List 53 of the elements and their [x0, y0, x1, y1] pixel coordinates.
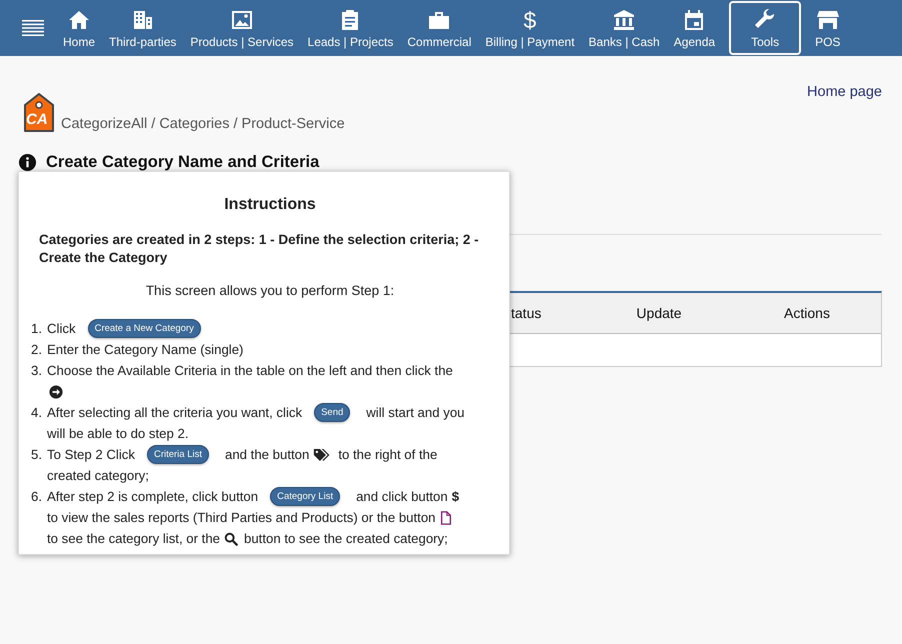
step-button[interactable]: Send: [314, 403, 350, 422]
nav-item[interactable]: Home: [56, 1, 102, 55]
step-text: to the right of the: [338, 446, 438, 464]
nav-item[interactable]: POS: [808, 1, 848, 55]
logo-icon: [23, 93, 55, 133]
subtitle-text: This screen allows you to perform Step 1:: [144, 283, 396, 298]
nav-item[interactable]: Third-parties: [102, 1, 184, 55]
step-text: and click button: [356, 488, 448, 506]
nav-item[interactable]: Tools: [729, 1, 802, 55]
popup-title: Instructions: [223, 196, 317, 214]
step-number: 5.: [31, 446, 43, 464]
step-text: Choose the Available Criteria in the table on the left and then click the: [47, 362, 453, 380]
step-text: Click: [47, 320, 76, 338]
intro-text: Categories are created in 2 steps: 1 - Define the selection criteria; 2 - Create the Category: [39, 231, 480, 267]
column-header: Update: [635, 305, 683, 321]
step-button[interactable]: Create a New Category: [88, 319, 201, 338]
step-button[interactable]: Criteria List: [146, 445, 209, 464]
step-text: button to see the created category;: [244, 530, 448, 548]
dollar-icon: $: [452, 486, 460, 507]
breadcrumb: CategorizeAll / Categories / Product-Service: [61, 116, 345, 132]
step-number: 6.: [31, 488, 43, 506]
logo-text: CA: [26, 111, 48, 128]
arrow-right-icon: [49, 384, 63, 398]
step-number: 1.: [31, 320, 43, 338]
step-number: 2.: [31, 341, 43, 359]
menu-icon[interactable]: [22, 20, 44, 36]
search-icon: [224, 532, 238, 546]
step-number: 3.: [31, 362, 43, 380]
step-text: To Step 2 Click: [47, 446, 135, 464]
step-text: Enter the Category Name (single): [47, 341, 244, 359]
page-title: Create Category Name and Criteria: [46, 153, 320, 172]
step-text: After selecting all the criteria you want, click: [47, 404, 302, 422]
nav-item[interactable]: Products | Services: [183, 1, 301, 55]
step-text: to view the sales reports (Third Parties and Products) or the button: [47, 509, 436, 527]
nav-item[interactable]: $ Billing | Payment: [478, 1, 582, 55]
column-header: Actions: [783, 305, 831, 321]
column-header: tatus: [511, 305, 542, 321]
dollar-icon: $: [524, 8, 536, 32]
home-page-link[interactable]: Home page: [807, 84, 882, 100]
step-text: After step 2 is complete, click button: [47, 488, 258, 506]
step-text: will be able to do step 2.: [47, 425, 188, 443]
step-text: will start and you: [366, 404, 464, 422]
nav-item[interactable]: Commercial: [400, 1, 478, 55]
nav-item[interactable]: Banks | Cash: [582, 1, 667, 55]
step-text: created category;: [47, 467, 149, 485]
step-button[interactable]: Category List: [270, 487, 340, 506]
nav-item[interactable]: Leads | Projects: [300, 1, 400, 55]
file-icon: [439, 510, 454, 524]
bank-icon: [612, 8, 636, 32]
step-text: and the button: [225, 446, 310, 464]
nav-item[interactable]: Agenda: [666, 1, 722, 55]
step-text: to see the category list, or the: [47, 530, 220, 548]
step-number: 4.: [31, 404, 43, 422]
